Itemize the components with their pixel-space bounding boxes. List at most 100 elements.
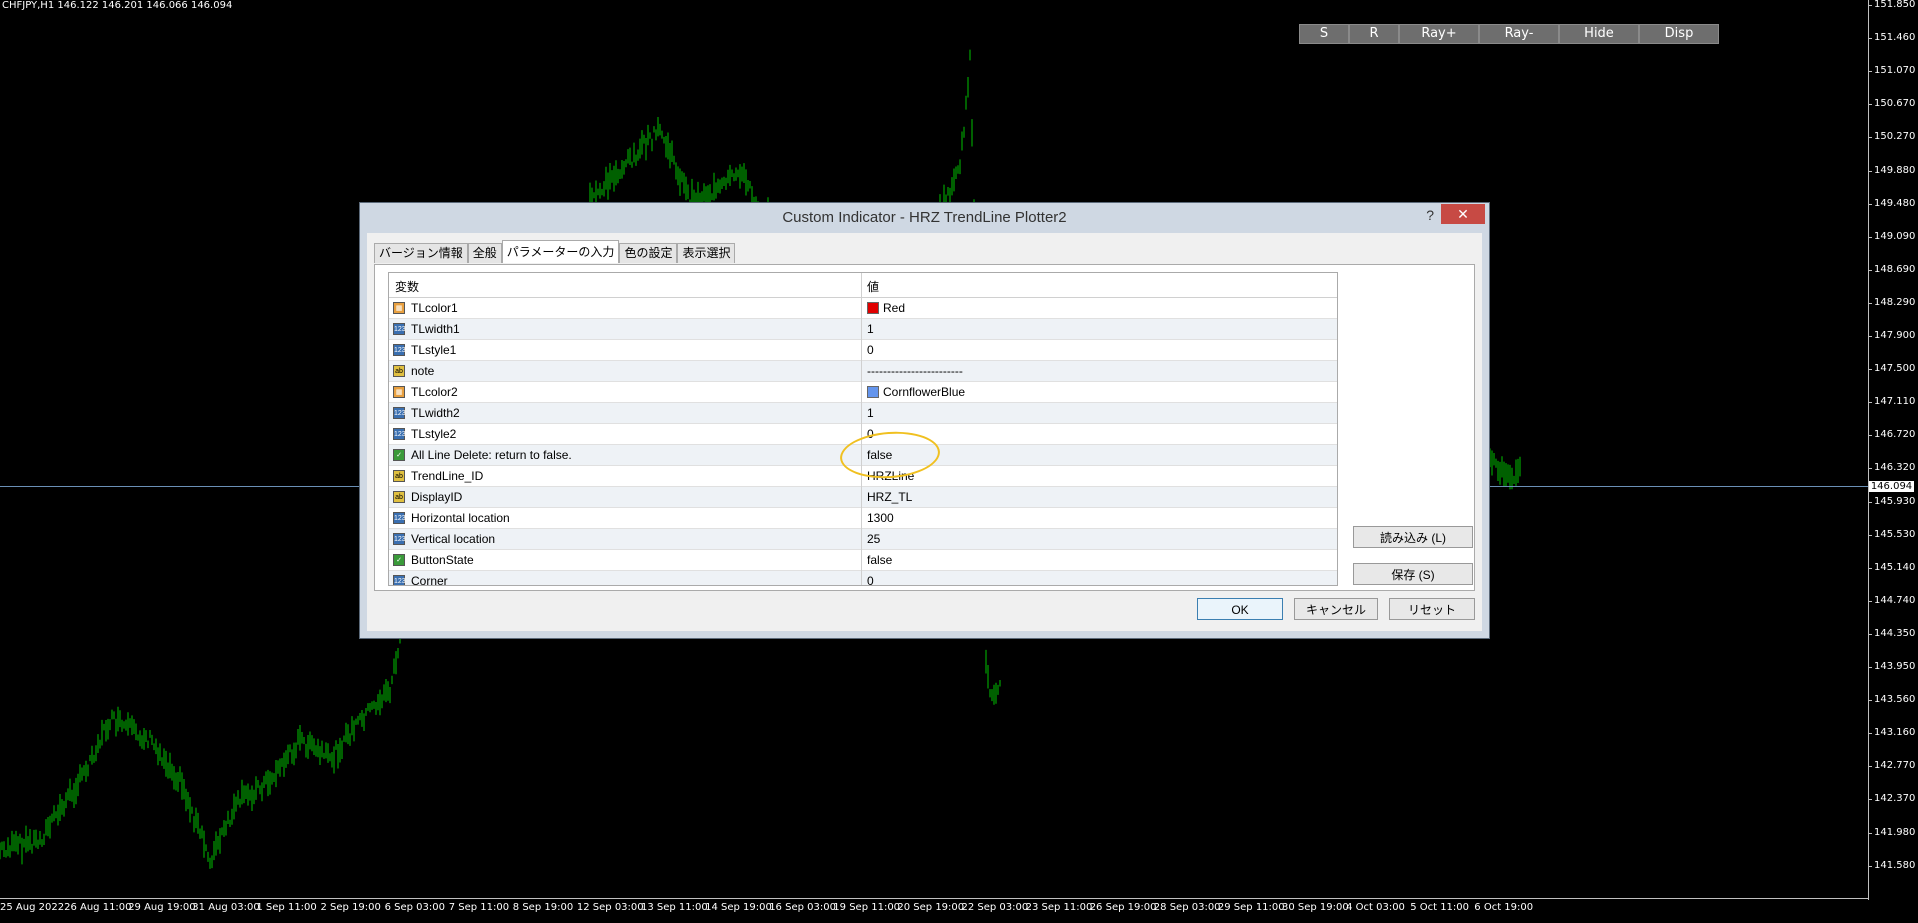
price-tick xyxy=(1868,567,1872,569)
param-value[interactable]: 1300 xyxy=(867,508,894,528)
param-value[interactable]: HRZ_TL xyxy=(867,487,912,507)
price-label: 144.740 xyxy=(1874,594,1916,606)
table-row[interactable]: 123 Vertical location 25 xyxy=(389,529,1337,550)
string-type-icon: ab xyxy=(393,470,405,482)
price-tick xyxy=(1868,104,1872,106)
time-label: 6 Sep 03:00 xyxy=(384,902,445,913)
color-type-icon: ▦ xyxy=(393,386,405,398)
s-button[interactable]: S xyxy=(1299,24,1349,44)
number-type-icon: 123 xyxy=(393,407,406,419)
disp-button[interactable]: Disp xyxy=(1639,24,1719,44)
table-row[interactable]: 123 TLwidth1 1 xyxy=(389,319,1337,340)
param-name: TLcolor2 xyxy=(411,385,458,399)
price-tick xyxy=(1868,336,1872,337)
table-row[interactable]: ab note ------------------------ xyxy=(389,361,1337,382)
tab-color-settings[interactable]: 色の設定 xyxy=(619,243,678,263)
price-label: 143.160 xyxy=(1874,727,1916,739)
table-row[interactable]: ✓ ButtonState false xyxy=(389,550,1337,571)
tab-version-info[interactable]: バージョン情報 xyxy=(374,243,468,263)
help-icon[interactable]: ? xyxy=(1426,207,1434,223)
price-label: 150.670 xyxy=(1874,98,1916,110)
r-button[interactable]: R xyxy=(1349,24,1399,44)
price-label: 143.560 xyxy=(1874,694,1916,706)
param-value[interactable]: Red xyxy=(867,298,905,318)
price-label: 149.880 xyxy=(1874,164,1916,176)
price-label: 147.500 xyxy=(1874,363,1916,375)
ok-button[interactable]: OK xyxy=(1197,598,1283,620)
tab-visualization[interactable]: 表示選択 xyxy=(677,243,736,263)
price-label: 145.530 xyxy=(1874,528,1916,540)
indicator-button-bar: S R Ray+ Ray- Hide Disp xyxy=(1299,24,1719,44)
table-row[interactable]: ab DisplayID HRZ_TL xyxy=(389,487,1337,508)
price-label: 146.720 xyxy=(1874,429,1916,441)
price-label: 151.460 xyxy=(1874,32,1916,44)
param-name: Corner xyxy=(411,574,448,586)
color-swatch xyxy=(867,302,879,314)
string-type-icon: ab xyxy=(393,491,405,503)
number-type-icon: 123 xyxy=(393,575,406,585)
price-tick xyxy=(1868,71,1872,73)
time-label: 8 Sep 19:00 xyxy=(512,902,574,913)
param-value-text: 1 xyxy=(867,406,874,420)
param-name: TrendLine_ID xyxy=(411,469,484,483)
price-tick xyxy=(1868,667,1872,668)
table-row[interactable]: 123 TLwidth2 1 xyxy=(389,403,1337,424)
tab-input-parameters[interactable]: パラメーターの入力 xyxy=(501,240,620,263)
price-tick xyxy=(1868,468,1872,470)
table-row[interactable]: 123 TLstyle1 0 xyxy=(389,340,1337,361)
cancel-button[interactable]: キャンセル xyxy=(1294,598,1378,620)
param-value[interactable]: 1 xyxy=(867,403,874,423)
time-label: 4 Oct 03:00 xyxy=(1346,902,1405,913)
price-tick xyxy=(1868,501,1872,503)
price-tick xyxy=(1868,700,1872,702)
ray-minus-button[interactable]: Ray- xyxy=(1479,24,1559,44)
time-label: 30 Sep 19:00 xyxy=(1282,902,1349,913)
number-type-icon: 123 xyxy=(393,512,406,524)
param-value[interactable]: ------------------------ xyxy=(867,361,963,381)
param-value-text: 0 xyxy=(867,574,874,586)
table-row[interactable]: 123 Corner 0 xyxy=(389,571,1337,586)
reset-button[interactable]: リセット xyxy=(1389,598,1475,620)
time-label: 6 Oct 19:00 xyxy=(1474,902,1534,913)
tab-general[interactable]: 全般 xyxy=(467,243,502,263)
price-tick xyxy=(1868,369,1872,371)
param-value[interactable]: 0 xyxy=(867,340,874,360)
price-tick xyxy=(1868,766,1872,768)
table-row[interactable]: 123 Horizontal location 1300 xyxy=(389,508,1337,529)
time-label: 12 Sep 03:00 xyxy=(576,902,644,913)
color-swatch xyxy=(867,386,879,398)
variable-column-header: 変数 xyxy=(395,280,420,294)
load-button[interactable]: 読み込み (L) xyxy=(1353,526,1473,548)
table-row[interactable]: ▦ TLcolor2 CornflowerBlue xyxy=(389,382,1337,403)
time-label: 13 Sep 11:00 xyxy=(641,902,708,913)
time-label: 2 Sep 19:00 xyxy=(320,902,381,913)
price-tick xyxy=(1868,733,1872,735)
time-label: 29 Aug 19:00 xyxy=(128,902,196,913)
param-value[interactable]: 0 xyxy=(867,571,874,586)
price-label: 147.900 xyxy=(1874,330,1916,341)
time-label: 1 Sep 11:00 xyxy=(256,902,317,913)
param-value-text: ------------------------ xyxy=(867,364,963,378)
param-value[interactable]: false xyxy=(867,550,892,570)
price-label: 151.070 xyxy=(1874,65,1916,77)
param-value[interactable]: 25 xyxy=(867,529,880,549)
price-tick xyxy=(1868,38,1872,40)
time-label: 5 Oct 11:00 xyxy=(1410,902,1470,913)
color-type-icon: ▦ xyxy=(393,302,405,314)
number-type-icon: 123 xyxy=(393,428,406,440)
price-tick xyxy=(1868,236,1872,238)
hide-button[interactable]: Hide xyxy=(1559,24,1639,44)
param-value[interactable]: 1 xyxy=(867,319,874,339)
ray-plus-button[interactable]: Ray+ xyxy=(1399,24,1479,44)
table-row[interactable]: ▦ TLcolor1 Red xyxy=(389,298,1337,319)
param-value-text: false xyxy=(867,553,893,567)
save-button[interactable]: 保存 (S) xyxy=(1353,563,1473,585)
param-value[interactable]: CornflowerBlue xyxy=(867,382,965,402)
price-tick xyxy=(1868,302,1872,304)
price-label: 144.350 xyxy=(1874,627,1916,639)
price-tick xyxy=(1868,865,1872,867)
param-value-text: CornflowerBlue xyxy=(883,385,966,399)
column-separator[interactable] xyxy=(861,273,862,585)
number-type-icon: 123 xyxy=(393,344,406,356)
close-button[interactable]: ✕ xyxy=(1441,204,1485,224)
